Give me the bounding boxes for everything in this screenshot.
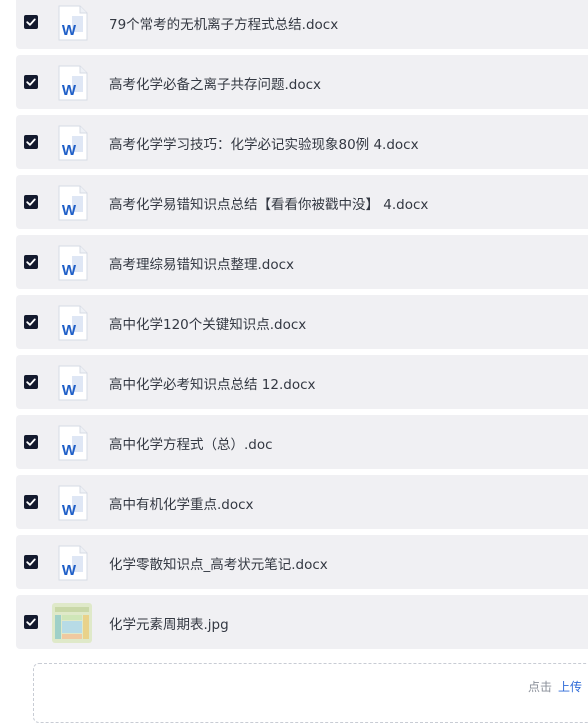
file-row[interactable]: W 79个常考的无机离子方程式总结.docx: [16, 0, 588, 49]
file-name: 高考化学学习技巧：化学必记实验现象80例 4.docx: [109, 137, 419, 153]
upload-hint-text: 点击: [528, 680, 553, 694]
file-name: 高中化学120个关键知识点.docx: [109, 317, 307, 333]
checkbox-checked-icon[interactable]: [24, 255, 38, 269]
upload-link[interactable]: 上传: [558, 680, 582, 694]
word-doc-icon: W: [56, 65, 90, 101]
file-row[interactable]: W 高中化学方程式（总）.doc: [16, 415, 588, 469]
file-row[interactable]: 化学元素周期表.jpg: [16, 595, 588, 649]
file-row[interactable]: W 高中化学120个关键知识点.docx: [16, 295, 588, 349]
word-doc-icon: W: [56, 485, 90, 521]
file-name: 高考化学必备之离子共存问题.docx: [109, 77, 322, 93]
file-row[interactable]: W 高考化学必备之离子共存问题.docx: [16, 55, 588, 109]
file-row[interactable]: W 高考化学易错知识点总结【看看你被戳中没】 4.docx: [16, 175, 588, 229]
checkbox-checked-icon[interactable]: [24, 315, 38, 329]
svg-text:W: W: [62, 382, 77, 399]
svg-text:W: W: [62, 562, 77, 579]
file-name: 化学元素周期表.jpg: [109, 617, 229, 633]
word-doc-icon: W: [56, 125, 90, 161]
checkbox-checked-icon[interactable]: [24, 375, 38, 389]
upload-dropzone[interactable]: [33, 663, 588, 723]
svg-text:W: W: [62, 22, 77, 39]
file-name: 高考理综易错知识点整理.docx: [109, 257, 295, 273]
checkbox-checked-icon[interactable]: [24, 135, 38, 149]
checkbox-checked-icon[interactable]: [24, 435, 38, 449]
word-doc-icon: W: [56, 185, 90, 221]
file-row[interactable]: W 化学零散知识点_高考状元笔记.docx: [16, 535, 588, 589]
svg-text:W: W: [62, 202, 77, 219]
file-name: 高中有机化学重点.docx: [109, 497, 254, 513]
file-name: 高考化学易错知识点总结【看看你被戳中没】 4.docx: [109, 197, 429, 213]
word-doc-icon: W: [56, 5, 90, 41]
svg-text:W: W: [62, 142, 77, 159]
word-doc-icon: W: [56, 365, 90, 401]
word-doc-icon: W: [56, 425, 90, 461]
svg-text:W: W: [62, 502, 77, 519]
file-list: W 79个常考的无机离子方程式总结.docx W 高考化学必备之离子共存问题.docx…: [16, 0, 588, 655]
file-name: 79个常考的无机离子方程式总结.docx: [109, 17, 339, 33]
svg-text:W: W: [62, 322, 77, 339]
word-doc-icon: W: [56, 545, 90, 581]
file-row[interactable]: W 高考理综易错知识点整理.docx: [16, 235, 588, 289]
file-row[interactable]: W 高中有机化学重点.docx: [16, 475, 588, 529]
checkbox-checked-icon[interactable]: [24, 195, 38, 209]
svg-text:W: W: [62, 442, 77, 459]
checkbox-checked-icon[interactable]: [24, 75, 38, 89]
image-thumbnail: [52, 603, 92, 643]
checkbox-checked-icon[interactable]: [24, 555, 38, 569]
checkbox-checked-icon[interactable]: [24, 615, 38, 629]
file-name: 化学零散知识点_高考状元笔记.docx: [109, 557, 328, 573]
upload-hint: 点击 上传: [528, 678, 582, 695]
file-row[interactable]: W 高中化学必考知识点总结 12.docx: [16, 355, 588, 409]
file-name: 高中化学必考知识点总结 12.docx: [109, 377, 316, 393]
file-row[interactable]: W 高考化学学习技巧：化学必记实验现象80例 4.docx: [16, 115, 588, 169]
svg-text:W: W: [62, 262, 77, 279]
checkbox-checked-icon[interactable]: [24, 15, 38, 29]
checkbox-checked-icon[interactable]: [24, 495, 38, 509]
file-name: 高中化学方程式（总）.doc: [109, 437, 273, 453]
svg-text:W: W: [62, 82, 77, 99]
word-doc-icon: W: [56, 305, 90, 341]
word-doc-icon: W: [56, 245, 90, 281]
